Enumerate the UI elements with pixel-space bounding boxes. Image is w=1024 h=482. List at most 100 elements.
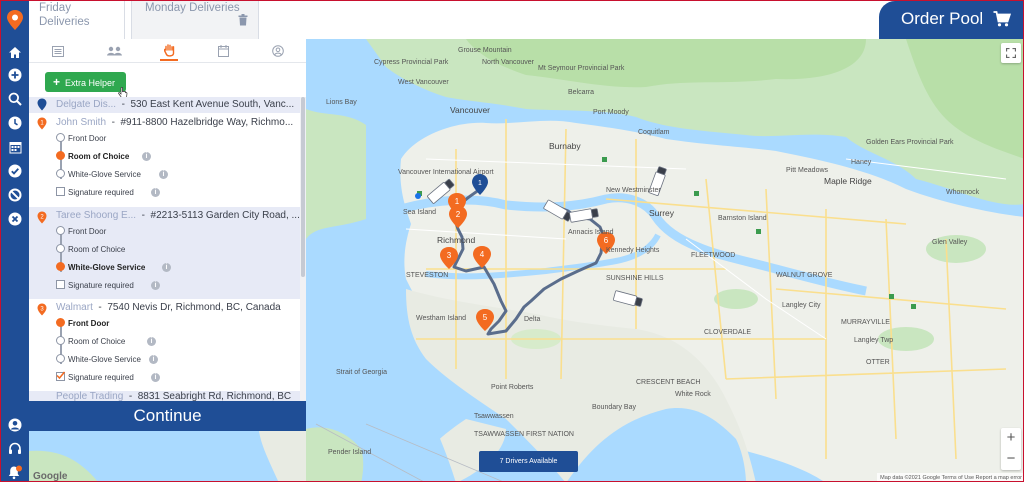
map-label: Golden Ears Provincial Park: [866, 139, 954, 146]
info-icon[interactable]: i: [151, 188, 160, 197]
svg-text:5: 5: [483, 313, 488, 322]
radio-white-glove[interactable]: [56, 262, 65, 271]
map-label: Maple Ridge: [824, 176, 872, 186]
cart-icon: [993, 11, 1011, 27]
map-view[interactable]: 1 1 2 3 4 5 6 Vancouver Burnaby Richmond…: [306, 39, 1023, 481]
user-circle-icon[interactable]: [6, 416, 24, 434]
tab-monday-deliveries[interactable]: Monday Deliveries: [131, 1, 259, 39]
trash-icon[interactable]: [238, 14, 248, 26]
ban-icon[interactable]: [6, 186, 24, 204]
svg-text:2: 2: [456, 210, 461, 219]
map-label: Boundary Bay: [592, 404, 636, 411]
drivers-available-label: 7 Drivers Available: [499, 458, 558, 465]
radio-front-door[interactable]: [56, 133, 65, 142]
radio-room-of-choice[interactable]: [56, 336, 65, 345]
zoom-out-button[interactable]: −: [1001, 449, 1021, 470]
scrollbar-thumb[interactable]: [301, 97, 305, 277]
radio-white-glove[interactable]: [56, 169, 65, 178]
list-item[interactable]: 3 Walmart - 7540 Nevis Dr, Richmond, BC,…: [29, 299, 300, 391]
map-label: Vancouver: [450, 105, 491, 115]
order-pool-button[interactable]: Order Pool: [879, 1, 1023, 39]
extra-helper-label: Extra Helper: [65, 78, 116, 88]
fullscreen-button[interactable]: [1001, 43, 1021, 63]
info-icon[interactable]: i: [149, 355, 158, 364]
check-circle-icon[interactable]: [6, 162, 24, 180]
radio-white-glove[interactable]: [56, 354, 65, 363]
map-label: STEVESTON: [406, 272, 449, 279]
map-label: Barnston Island: [718, 215, 767, 222]
option-label: Room of Choice: [68, 152, 130, 161]
map-label: Lions Bay: [326, 99, 357, 106]
team-icon[interactable]: [105, 43, 123, 59]
radio-room-of-choice[interactable]: [56, 244, 65, 253]
stop-marker-icon: 3: [37, 303, 47, 316]
continue-button[interactable]: Continue: [29, 401, 306, 431]
radio-front-door[interactable]: [56, 226, 65, 235]
signature-checkbox[interactable]: [56, 280, 65, 289]
info-icon[interactable]: i: [151, 373, 160, 382]
signature-checkbox[interactable]: [56, 187, 65, 196]
info-icon[interactable]: i: [147, 337, 156, 346]
map-base-lower: [29, 431, 306, 481]
info-icon[interactable]: i: [142, 152, 151, 161]
list-item[interactable]: 2 Taree Shoong E... - #2213-5113 Garden …: [29, 207, 300, 299]
drivers-available-button[interactable]: 7 Drivers Available: [479, 451, 578, 472]
tab-friday-deliveries[interactable]: Friday Deliveries: [29, 1, 125, 39]
map-label: Annacis Island: [568, 229, 614, 236]
check-icon: [56, 371, 65, 380]
radio-room-of-choice[interactable]: [56, 151, 65, 160]
radio-front-door[interactable]: [56, 318, 65, 327]
list-item[interactable]: 1 John Smith - #911-8800 Hazelbridge Way…: [29, 115, 300, 207]
app-window: Friday Deliveries Monday Deliveries Orde…: [0, 0, 1024, 482]
info-icon[interactable]: i: [162, 263, 171, 272]
map-label: Glen Valley: [932, 239, 968, 246]
home-icon[interactable]: [6, 43, 24, 61]
stop-header: John Smith - #911-8800 Hazelbridge Way, …: [56, 117, 294, 128]
option-label: Signature required: [68, 281, 134, 290]
map-label: Port Moody: [593, 109, 629, 116]
zoom-in-button[interactable]: +: [1001, 428, 1021, 449]
clock-icon[interactable]: [6, 114, 24, 132]
stop-name: John Smith: [56, 117, 107, 128]
map-label: WALNUT GROVE: [776, 272, 833, 279]
app-logo-icon: [7, 10, 23, 30]
calendar-icon[interactable]: [6, 138, 24, 156]
panel-tabs: [29, 39, 306, 63]
hand-stop-icon[interactable]: [160, 41, 178, 61]
add-circle-icon[interactable]: [6, 66, 24, 84]
list-view-icon[interactable]: [49, 43, 67, 59]
zoom-control: + −: [1001, 428, 1021, 470]
map-label: Sea Island: [403, 209, 437, 216]
option-label: Signature required: [68, 188, 134, 197]
search-icon[interactable]: [6, 90, 24, 108]
headset-icon[interactable]: [6, 440, 24, 458]
map-label: Tsawwassen: [474, 413, 514, 420]
top-bar: Friday Deliveries Monday Deliveries Orde…: [29, 1, 1023, 39]
list-item[interactable]: Delgate Dis... - 530 East Kent Avenue So…: [29, 97, 300, 113]
signature-checkbox[interactable]: [56, 371, 65, 381]
extra-helper-button[interactable]: + Extra Helper: [45, 72, 126, 92]
info-icon[interactable]: i: [151, 281, 160, 290]
depot-pin-icon: [37, 98, 47, 111]
map-label: SUNSHINE HILLS: [606, 275, 664, 282]
map-label: Langley Twp: [854, 337, 894, 344]
option-label: Front Door: [68, 227, 107, 236]
calendar-tab-icon[interactable]: [214, 43, 232, 59]
map-label: White Rock: [675, 391, 711, 398]
map-label: Whonnock: [946, 189, 980, 196]
map-label: West Vancouver: [398, 79, 449, 86]
close-circle-icon[interactable]: [6, 210, 24, 228]
profile-tab-icon[interactable]: [269, 43, 287, 59]
stop-name: Delgate Dis...: [56, 99, 117, 110]
map-label: Grouse Mountain: [458, 47, 512, 54]
map-label: Kennedy Heights: [606, 247, 660, 254]
info-icon[interactable]: i: [159, 170, 168, 179]
map-label: OTTER: [866, 359, 890, 366]
map-label: Westham Island: [416, 315, 467, 322]
map-label: Cypress Provincial Park: [374, 59, 449, 66]
notification-bell-icon[interactable]: [6, 463, 24, 481]
map-attribution: Map data ©2021 Google Terms of Use Repor…: [877, 473, 1023, 481]
stop-address: 7540 Nevis Dr, Richmond, BC, Canada: [107, 302, 281, 313]
stop-name: Walmart: [56, 302, 93, 313]
stop-marker-icon: 2: [37, 211, 47, 224]
